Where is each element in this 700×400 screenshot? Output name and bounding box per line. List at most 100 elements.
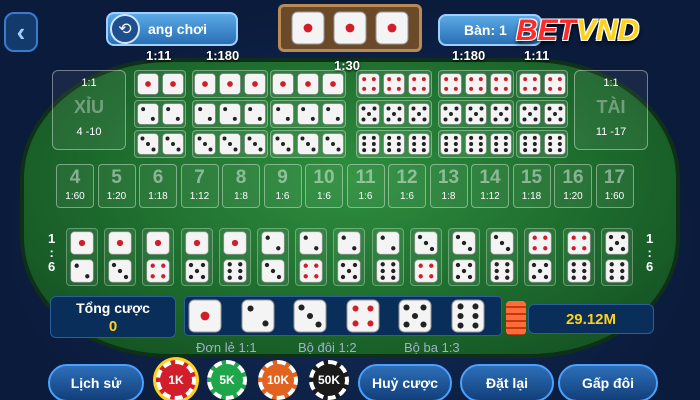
combo-bet-2-1[interactable] <box>270 100 346 128</box>
ratio-1: 1:11 <box>146 48 172 63</box>
sum-bet-17[interactable]: 17 1:60 <box>595 164 634 208</box>
sum-bet-13[interactable]: 13 1:8 <box>429 164 468 208</box>
pair-bet-3-4[interactable] <box>409 228 442 286</box>
combo-bet-2-0[interactable] <box>270 70 346 98</box>
reset-button[interactable]: Đặt lại <box>460 364 554 400</box>
pair-bet-2-5[interactable] <box>333 228 366 286</box>
die-face-2 <box>272 103 294 125</box>
die-face-6 <box>605 259 629 283</box>
pair-bet-2-3[interactable] <box>257 228 289 286</box>
sum-bet-15[interactable]: 15 1:18 <box>512 164 551 208</box>
cancel-bet-button[interactable]: Huỷ cược <box>358 364 452 400</box>
history-pill[interactable]: ⟲ ang chơi <box>106 12 238 46</box>
pair-ratio-top: 1 <box>646 231 654 246</box>
die-face-1 <box>161 73 184 95</box>
die-face-5 <box>337 259 362 283</box>
single-bet-3[interactable] <box>293 299 329 333</box>
die-face-3 <box>452 231 476 255</box>
die-face-3 <box>261 259 285 283</box>
combo-bet-1-0[interactable] <box>192 70 268 98</box>
pair-bet-2-4[interactable] <box>295 228 328 286</box>
combo-bet-5-1[interactable] <box>516 100 568 128</box>
chip-50K[interactable]: 50K <box>309 360 349 400</box>
combo-bet-0-2[interactable] <box>134 130 186 158</box>
pair-bet-3-5[interactable] <box>448 228 480 286</box>
pair-bet-4-5[interactable] <box>524 228 557 286</box>
combo-bet-3-1[interactable] <box>356 100 432 128</box>
die-face-6 <box>358 133 380 155</box>
combo-bet-1-1[interactable] <box>192 100 268 128</box>
single-bet-4[interactable] <box>346 299 382 333</box>
pair-bet-1-3[interactable] <box>104 228 137 286</box>
sum-bet-5[interactable]: 5 1:20 <box>97 164 136 208</box>
combo-bet-3-0[interactable] <box>356 70 432 98</box>
die-face-3 <box>219 133 241 155</box>
clock-history-icon: ⟲ <box>110 14 140 44</box>
combo-bet-0-1[interactable] <box>134 100 186 128</box>
pair-bet-1-5[interactable] <box>180 228 213 286</box>
chip-10K[interactable]: 10K <box>258 360 298 400</box>
chip-label: 1K <box>168 373 184 387</box>
sum-bet-4[interactable]: 4 1:60 <box>56 164 94 208</box>
combo-bet-4-0[interactable] <box>438 70 514 98</box>
die-face-1 <box>188 299 222 333</box>
single-bet-5[interactable] <box>398 299 434 333</box>
xiu-label: XỈU <box>73 97 104 117</box>
logo-red: BET <box>516 14 576 47</box>
pair-ratio-colon: : <box>49 245 54 260</box>
sum-ratio: 1:12 <box>480 191 500 202</box>
pair-bet-3-6[interactable] <box>486 228 519 286</box>
back-button[interactable]: ‹ <box>4 12 38 52</box>
combo-bet-5-2[interactable] <box>516 130 568 158</box>
sum-bet-10[interactable]: 10 1:6 <box>305 164 343 208</box>
die-face-5 <box>528 259 553 283</box>
die-face-6 <box>465 133 487 155</box>
combo-bet-5-0[interactable] <box>516 70 568 98</box>
xiu-bet[interactable]: 1:1 XỈU 4 -10 <box>52 70 126 150</box>
sum-bet-11[interactable]: 11 1:6 <box>346 164 385 208</box>
single-bet-6[interactable] <box>451 299 487 333</box>
sum-bet-7[interactable]: 7 1:12 <box>180 164 219 208</box>
combo-bet-0-0[interactable] <box>134 70 186 98</box>
sum-bet-14[interactable]: 14 1:12 <box>471 164 509 208</box>
pair-bet-1-2[interactable] <box>66 228 98 286</box>
combo-bet-2-2[interactable] <box>270 130 346 158</box>
pair-bet-2-6[interactable] <box>371 228 404 286</box>
chip-5K[interactable]: 5K <box>207 360 247 400</box>
tai-bet[interactable]: 1:1 TÀI 11 -17 <box>574 70 648 150</box>
pair-ratio-bottom: 6 <box>48 259 56 274</box>
pair-bet-5-6[interactable] <box>600 228 633 286</box>
die-face-4 <box>383 73 405 95</box>
sum-number: 5 <box>111 167 122 188</box>
chip-1K[interactable]: 1K <box>156 360 196 400</box>
die-face-2 <box>161 103 184 125</box>
die-face-2 <box>136 103 159 125</box>
die-face-4 <box>543 73 566 95</box>
sum-ratio: 1:6 <box>358 191 373 202</box>
die-face-1 <box>136 73 159 95</box>
die-face-2 <box>70 259 94 283</box>
die-face-6 <box>223 259 247 283</box>
sum-bet-12[interactable]: 12 1:6 <box>388 164 426 208</box>
sum-bet-16[interactable]: 16 1:20 <box>554 164 592 208</box>
combo-bet-4-1[interactable] <box>438 100 514 128</box>
combo-bet-3-2[interactable] <box>356 130 432 158</box>
pair-ratio-right: 1:6 <box>646 232 653 274</box>
tai-range: 11 -17 <box>595 126 627 138</box>
single-bet-2[interactable] <box>241 299 277 333</box>
die-face-6 <box>375 259 400 283</box>
sum-bet-6[interactable]: 6 1:18 <box>139 164 177 208</box>
die-face-4 <box>146 259 171 283</box>
pair-bet-1-4[interactable] <box>142 228 175 286</box>
sum-number: 16 <box>562 167 584 188</box>
die-face-3 <box>293 299 327 333</box>
sum-bet-8[interactable]: 8 1:8 <box>222 164 260 208</box>
combo-bet-1-2[interactable] <box>192 130 268 158</box>
history-button[interactable]: Lịch sử <box>48 364 144 400</box>
pair-bet-4-6[interactable] <box>562 228 595 286</box>
single-bet-1[interactable] <box>188 299 224 333</box>
pair-bet-1-6[interactable] <box>218 228 251 286</box>
sum-bet-9[interactable]: 9 1:6 <box>263 164 302 208</box>
double-button[interactable]: Gấp đôi <box>558 364 658 400</box>
combo-bet-4-2[interactable] <box>438 130 514 158</box>
